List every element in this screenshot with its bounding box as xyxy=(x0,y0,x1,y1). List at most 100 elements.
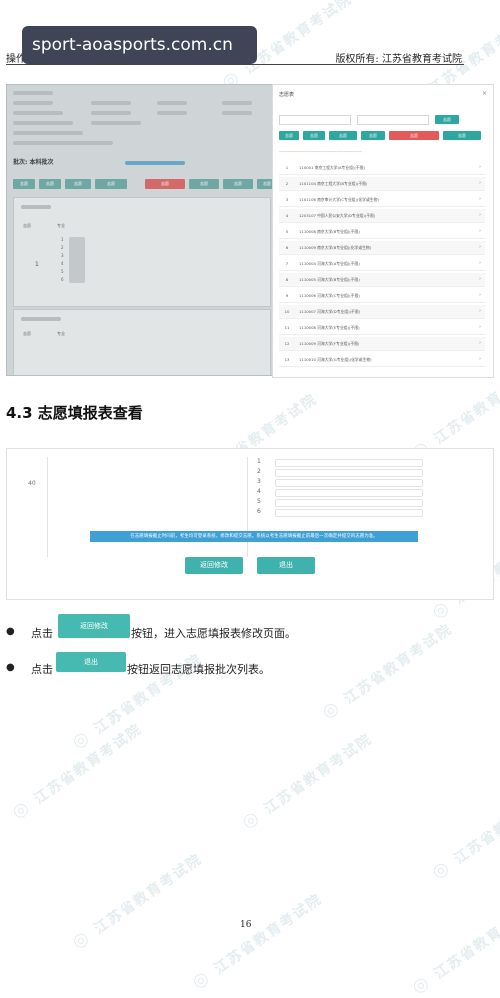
form-screenshot: 批次: 本科批次 志愿 志愿 志愿 志愿 志愿 志愿 志愿 志愿 志愿 专业 1… xyxy=(6,84,274,376)
volunteer-list: 1 2 3 4 5 6 xyxy=(257,457,427,517)
row-text: 1110010 河海大学(G专业组)(化学或生物) xyxy=(299,357,372,362)
bullet1-return-button[interactable]: 返回修改 xyxy=(58,614,130,638)
chevron-right-icon[interactable]: › xyxy=(479,308,481,314)
exit-button[interactable]: 退出 xyxy=(257,557,315,574)
header-right-text: 版权所有: 江苏省教育考试院 xyxy=(335,54,462,65)
chevron-right-icon[interactable]: › xyxy=(479,260,481,266)
row-text: 1110005 河海大学(B专业组)(不限) xyxy=(299,277,360,282)
header-divider xyxy=(6,64,464,65)
page-number: 16 xyxy=(240,920,252,930)
chevron-right-icon[interactable]: › xyxy=(479,228,481,234)
row-number: 8 xyxy=(285,277,289,282)
bullet-dot: ● xyxy=(6,626,15,637)
row-number: 3 xyxy=(285,197,289,202)
volunteer-table-screenshot: 40 1 2 3 4 5 6 在志愿填报截止时间前，考生均可登录系统，修改和提交… xyxy=(6,448,494,600)
row-number: 12 xyxy=(284,341,290,346)
modal-title: 志愿表 xyxy=(279,92,295,98)
form-button: 志愿 xyxy=(145,179,185,189)
list-num: 4 xyxy=(61,261,64,266)
form-button: 志愿 xyxy=(189,179,219,189)
chevron-right-icon[interactable]: › xyxy=(479,292,481,298)
form-button: 志愿 xyxy=(223,179,253,189)
form-button: 志愿 xyxy=(13,179,35,189)
row-number: 10 xyxy=(284,309,290,314)
modal-row[interactable]: 11 1110008 河海大学(E专业组)(不限) › xyxy=(279,321,485,335)
modal-row[interactable]: 2 1101104 南京工程大学(B专业组)(不限) › xyxy=(279,177,485,191)
bullet1-suffix: 按钮，进入志愿填报表修改页面。 xyxy=(131,627,296,640)
chevron-right-icon[interactable]: › xyxy=(479,276,481,282)
modal-row[interactable]: 10 1110007 河海大学(D专业组)(不限) › xyxy=(279,305,485,319)
list-item: 6 xyxy=(257,507,427,517)
modal-row[interactable]: 12 1110009 河海大学(F专业组)(不限) › xyxy=(279,337,485,351)
watermark: 江苏省教育考试院 xyxy=(68,848,206,954)
modal-row[interactable]: 13 1110010 河海大学(G专业组)(化学或生物) › xyxy=(279,353,485,367)
modal-button: 志愿 xyxy=(279,131,299,140)
row-text: 1110007 河海大学(D专业组)(不限) xyxy=(299,309,361,314)
list-item: 4 xyxy=(257,487,427,497)
list-num: 6 xyxy=(61,277,64,282)
modal-row[interactable]: 3 1101106 南京审计大学(C专业组)(化学或生物) › xyxy=(279,193,485,207)
table-number: 40 xyxy=(28,480,36,487)
row-number: 7 xyxy=(285,261,289,266)
row-text: 1110004 河海大学(A专业组)(不限) xyxy=(299,261,360,266)
search-button-thumb: 志愿 xyxy=(435,115,459,124)
watermark: 江苏省教育考试院 xyxy=(188,888,326,994)
chevron-right-icon[interactable]: › xyxy=(479,244,481,250)
modal-row[interactable]: 8 1110005 河海大学(B专业组)(不限) › xyxy=(279,273,485,287)
chevron-right-icon[interactable]: › xyxy=(479,196,481,202)
row-text: 1203107 中国人民公安大学(D专业组)(不限) xyxy=(299,213,376,218)
section-title: 4.3 志愿填报表查看 xyxy=(6,404,143,422)
watermark: 江苏省教育考试院 xyxy=(238,728,376,834)
list-item: 3 xyxy=(257,477,427,487)
row-text: 1110006 河海大学(C专业组)(不限) xyxy=(299,293,360,298)
row-number: 11 xyxy=(284,325,290,330)
bullet-dot: ● xyxy=(6,662,15,673)
list-num: 2 xyxy=(61,245,64,250)
list-item: 2 xyxy=(257,467,427,477)
bullet2-suffix: 按钮返回志愿填报批次列表。 xyxy=(127,663,270,676)
row-text: 1110009 南京大学(B专业组)(化学或生物) xyxy=(299,245,372,250)
list-num: 1 xyxy=(61,237,64,242)
form-button: 志愿 xyxy=(39,179,61,189)
row-number: 4 xyxy=(285,213,289,218)
modal-button: 志愿 xyxy=(303,131,325,140)
modal-button: 志愿 xyxy=(361,131,385,140)
row-number: 2 xyxy=(285,181,289,186)
row-number: 13 xyxy=(284,357,290,362)
return-modify-button[interactable]: 返回修改 xyxy=(185,557,243,574)
info-banner: 在志愿填报截止时间前，考生均可登录系统，修改和提交志愿。系统以考生志愿填报截止前… xyxy=(90,531,418,542)
chevron-right-icon[interactable]: › xyxy=(479,340,481,346)
batch-label: 批次: 本科批次 xyxy=(13,159,54,166)
chevron-right-icon[interactable]: › xyxy=(479,212,481,218)
row-text: 110001 南京工程大学(A专业组)(不限) xyxy=(299,165,365,170)
row-text: 1110008 南京大学(B专业组)(不限) xyxy=(299,229,360,234)
row-number: 1 xyxy=(285,165,289,170)
list-num: 5 xyxy=(61,269,64,274)
modal-button: 志愿 xyxy=(329,131,357,140)
form-button: 志愿 xyxy=(95,179,127,189)
chevron-right-icon[interactable]: › xyxy=(479,180,481,186)
bullet2-exit-button[interactable]: 退出 xyxy=(56,652,126,672)
row-text: 1101104 南京工程大学(B专业组)(不限) xyxy=(299,181,368,186)
chevron-right-icon[interactable]: › xyxy=(479,164,481,170)
chevron-right-icon[interactable]: › xyxy=(479,324,481,330)
modal-row[interactable]: 9 1110006 河海大学(C专业组)(不限) › xyxy=(279,289,485,303)
list-item: 5 xyxy=(257,497,427,507)
row-number: 6 xyxy=(285,245,289,250)
modal-row[interactable]: 6 1110009 南京大学(B专业组)(化学或生物) › xyxy=(279,241,485,255)
chevron-right-icon[interactable]: › xyxy=(479,356,481,362)
watermark: 江苏省教育考试院 xyxy=(408,893,500,998)
form-button: 志愿 xyxy=(65,179,91,189)
close-icon: × xyxy=(481,90,487,97)
modal-row[interactable]: 4 1203107 中国人民公安大学(D专业组)(不限) › xyxy=(279,209,485,223)
row-text: 1101106 南京审计大学(C专业组)(化学或生物) xyxy=(299,197,379,202)
modal-row[interactable]: 7 1110004 河海大学(A专业组)(不限) › xyxy=(279,257,485,271)
bullet1-prefix: 点击 xyxy=(31,627,53,640)
modal-row[interactable]: 1 110001 南京工程大学(A专业组)(不限) › xyxy=(279,161,485,175)
modal-row[interactable]: 5 1110008 南京大学(B专业组)(不限) › xyxy=(279,225,485,239)
volunteer-modal-screenshot: 志愿表 × 志愿 志愿 志愿 志愿 志愿 志愿 志愿 —————————————… xyxy=(272,84,494,378)
bullet2-prefix: 点击 xyxy=(31,663,53,676)
row-number: 5 xyxy=(285,229,289,234)
modal-button: 志愿 xyxy=(389,131,439,140)
watermark: 江苏省教育考试院 xyxy=(428,778,500,884)
